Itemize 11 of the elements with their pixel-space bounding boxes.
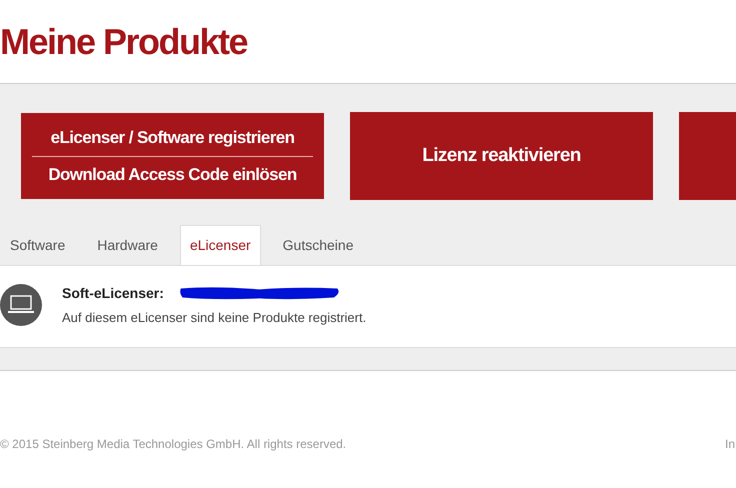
tab[interactable]: Software xyxy=(0,225,76,265)
copyright-text: © 2015 Steinberg Media Technologies GmbH. All rights reserved. xyxy=(0,437,346,451)
page-title: Meine Produkte xyxy=(0,20,248,64)
tab[interactable]: Gutscheine xyxy=(272,225,364,265)
licenser-label: Soft-eLicenser: xyxy=(62,285,164,301)
empty-message: Auf diesem eLicenser sind keine Produkte registriert. xyxy=(62,310,366,325)
action-button[interactable]: Lizenz reaktivieren xyxy=(350,112,653,200)
tab[interactable]: eLicenser xyxy=(180,225,261,265)
tab[interactable]: Hardware xyxy=(87,225,168,265)
redeem-link[interactable]: Download Access Code einlösen xyxy=(48,156,297,192)
register-link[interactable]: eLicenser / Software registrieren xyxy=(50,120,294,156)
